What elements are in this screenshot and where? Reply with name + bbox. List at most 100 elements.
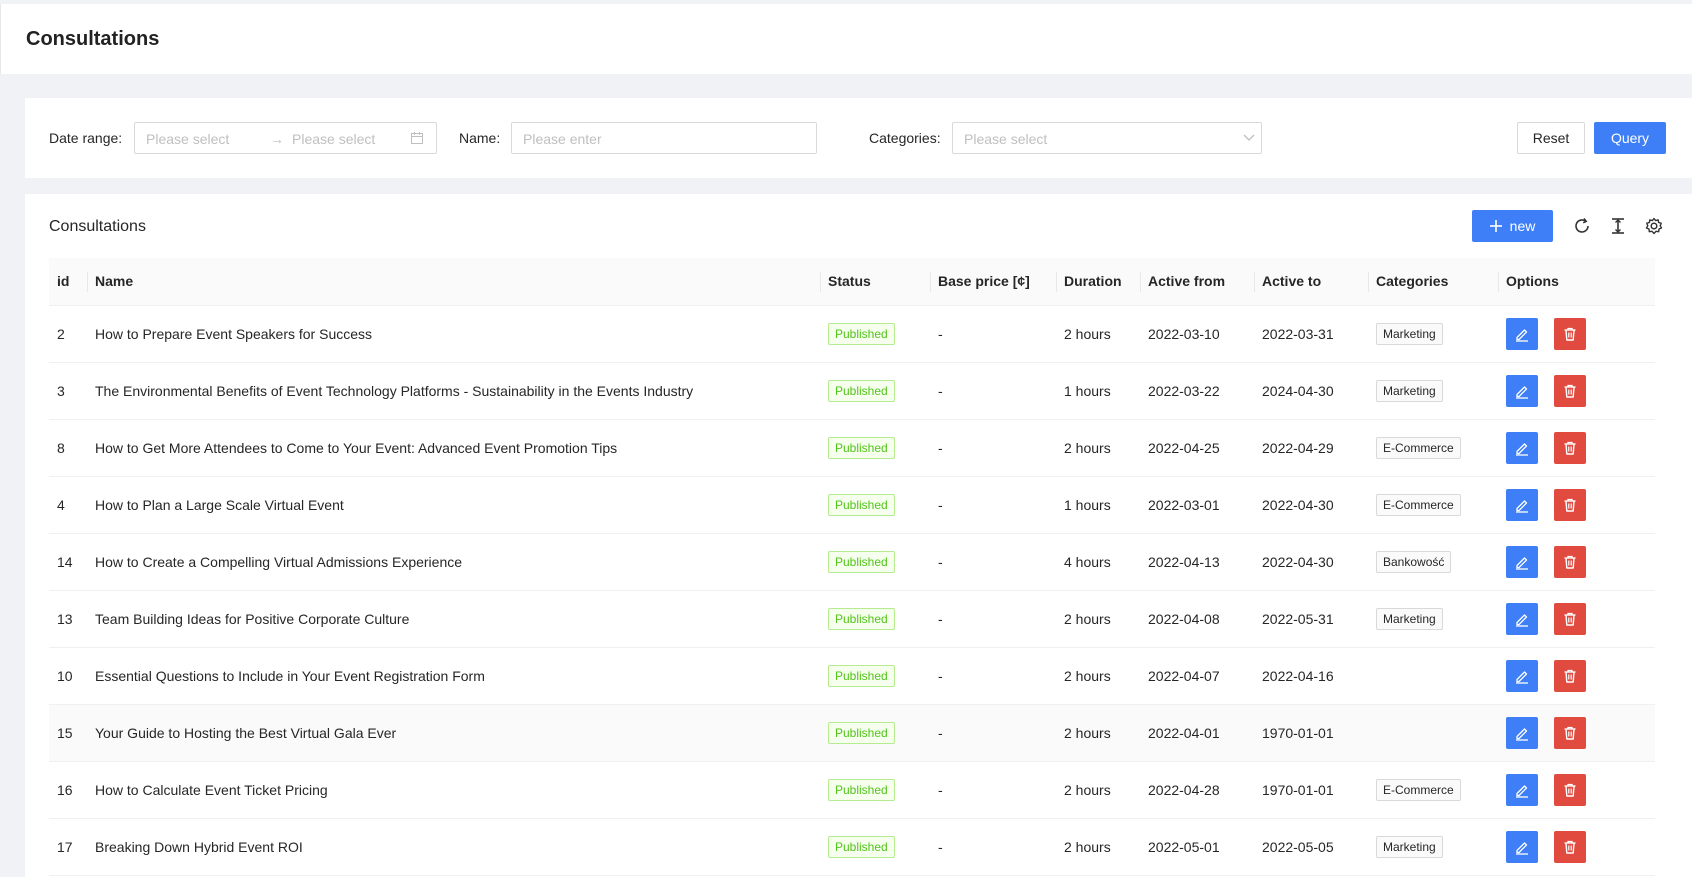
- status-badge: Published: [828, 379, 895, 402]
- settings-icon[interactable]: [1644, 216, 1664, 236]
- edit-button[interactable]: [1506, 317, 1538, 350]
- edit-button[interactable]: [1506, 431, 1538, 464]
- arrow-right-icon: →: [270, 131, 284, 147]
- cell-options: [1498, 590, 1655, 648]
- edit-icon: [1516, 670, 1528, 684]
- delete-button[interactable]: [1554, 659, 1586, 692]
- cell-active-to: 2022-05-31: [1254, 590, 1368, 648]
- column-header-categories[interactable]: Categories: [1368, 258, 1498, 306]
- cell-id: 16: [49, 761, 87, 819]
- new-button[interactable]: new: [1472, 210, 1553, 242]
- cell-duration: 1 hours: [1056, 362, 1140, 420]
- edit-button[interactable]: [1506, 830, 1538, 863]
- reset-button[interactable]: Reset: [1517, 122, 1585, 154]
- cell-name: How to Get More Attendees to Come to You…: [87, 419, 820, 477]
- column-header-duration[interactable]: Duration: [1056, 258, 1140, 306]
- delete-button[interactable]: [1554, 488, 1586, 521]
- edit-button[interactable]: [1506, 659, 1538, 692]
- edit-button[interactable]: [1506, 545, 1538, 578]
- edit-button[interactable]: [1506, 602, 1538, 635]
- table-card: Consultations new id Name Status Base pr…: [25, 194, 1692, 877]
- edit-icon: [1516, 727, 1528, 741]
- cell-categories: E-Commerce: [1368, 419, 1498, 477]
- column-header-active-from[interactable]: Active from: [1140, 258, 1254, 306]
- delete-icon: [1564, 555, 1576, 569]
- table-row: 3 The Environmental Benefits of Event Tec…: [49, 362, 1655, 420]
- cell-categories: [1368, 647, 1498, 705]
- column-header-name[interactable]: Name: [87, 258, 820, 306]
- cell-options: [1498, 818, 1655, 876]
- search-form: Date range: Please select → Please selec…: [25, 98, 1692, 178]
- edit-button[interactable]: [1506, 488, 1538, 521]
- delete-button[interactable]: [1554, 716, 1586, 749]
- table-row: 13 Team Building Ideas for Positive Corpo…: [49, 590, 1655, 648]
- new-button-label: new: [1509, 218, 1536, 234]
- cell-active-from: 2022-05-01: [1140, 818, 1254, 876]
- delete-icon: [1564, 498, 1576, 512]
- status-badge: Published: [828, 436, 895, 459]
- date-range-picker[interactable]: Please select → Please select: [134, 122, 437, 154]
- cell-active-from: 2022-04-13: [1140, 533, 1254, 591]
- table-row: 17 Breaking Down Hybrid Event ROI Publishe…: [49, 818, 1655, 876]
- date-start-input[interactable]: Please select: [146, 131, 229, 147]
- name-input[interactable]: Please enter: [511, 122, 817, 154]
- status-badge: Published: [828, 778, 895, 801]
- edit-button[interactable]: [1506, 773, 1538, 806]
- category-tag: E-Commerce: [1376, 493, 1461, 516]
- cell-duration: 1 hours: [1056, 476, 1140, 534]
- column-header-active-to[interactable]: Active to: [1254, 258, 1368, 306]
- column-header-base-price[interactable]: Base price [¢]: [930, 258, 1056, 306]
- cell-status: Published: [820, 818, 930, 876]
- query-button[interactable]: Query: [1594, 122, 1666, 154]
- cell-active-to: 2022-05-05: [1254, 818, 1368, 876]
- category-tag: Bankowość: [1376, 550, 1452, 573]
- categories-label: Categories:: [869, 130, 941, 146]
- cell-base-price: -: [930, 818, 1056, 876]
- cell-active-from: 2022-03-10: [1140, 305, 1254, 363]
- cell-base-price: -: [930, 704, 1056, 762]
- date-end-input[interactable]: Please select: [292, 131, 375, 147]
- cell-status: Published: [820, 533, 930, 591]
- delete-button[interactable]: [1554, 602, 1586, 635]
- delete-icon: [1564, 726, 1576, 740]
- edit-button[interactable]: [1506, 374, 1538, 407]
- delete-icon: [1564, 327, 1576, 341]
- categories-select[interactable]: Please select: [952, 122, 1262, 154]
- cell-active-from: 2022-04-01: [1140, 704, 1254, 762]
- delete-icon: [1564, 783, 1576, 797]
- reload-icon[interactable]: [1572, 216, 1592, 236]
- column-header-status[interactable]: Status: [820, 258, 930, 306]
- edit-icon: [1516, 385, 1528, 399]
- column-header-id[interactable]: id: [49, 258, 87, 306]
- cell-categories: E-Commerce: [1368, 476, 1498, 534]
- cell-id: 2: [49, 305, 87, 363]
- cell-id: 13: [49, 590, 87, 648]
- cell-active-from: 2022-04-28: [1140, 761, 1254, 819]
- cell-id: 10: [49, 647, 87, 705]
- cell-base-price: -: [930, 533, 1056, 591]
- delete-button[interactable]: [1554, 374, 1586, 407]
- cell-active-to: 2022-04-30: [1254, 533, 1368, 591]
- column-height-icon[interactable]: [1608, 216, 1628, 236]
- cell-duration: 2 hours: [1056, 419, 1140, 477]
- edit-icon: [1516, 556, 1528, 570]
- delete-button[interactable]: [1554, 773, 1586, 806]
- plus-icon: [1489, 220, 1502, 232]
- cell-name: The Environmental Benefits of Event Tech…: [87, 362, 820, 420]
- cell-options: [1498, 533, 1655, 591]
- page-header: Consultations: [0, 4, 1692, 74]
- delete-button[interactable]: [1554, 317, 1586, 350]
- cell-duration: 4 hours: [1056, 533, 1140, 591]
- delete-button[interactable]: [1554, 545, 1586, 578]
- cell-options: [1498, 419, 1655, 477]
- cell-base-price: -: [930, 419, 1056, 477]
- cell-id: 15: [49, 704, 87, 762]
- cell-duration: 2 hours: [1056, 305, 1140, 363]
- delete-button[interactable]: [1554, 431, 1586, 464]
- cell-id: 4: [49, 476, 87, 534]
- cell-categories: Marketing: [1368, 590, 1498, 648]
- cell-active-from: 2022-03-01: [1140, 476, 1254, 534]
- cell-status: Published: [820, 476, 930, 534]
- edit-button[interactable]: [1506, 716, 1538, 749]
- delete-button[interactable]: [1554, 830, 1586, 863]
